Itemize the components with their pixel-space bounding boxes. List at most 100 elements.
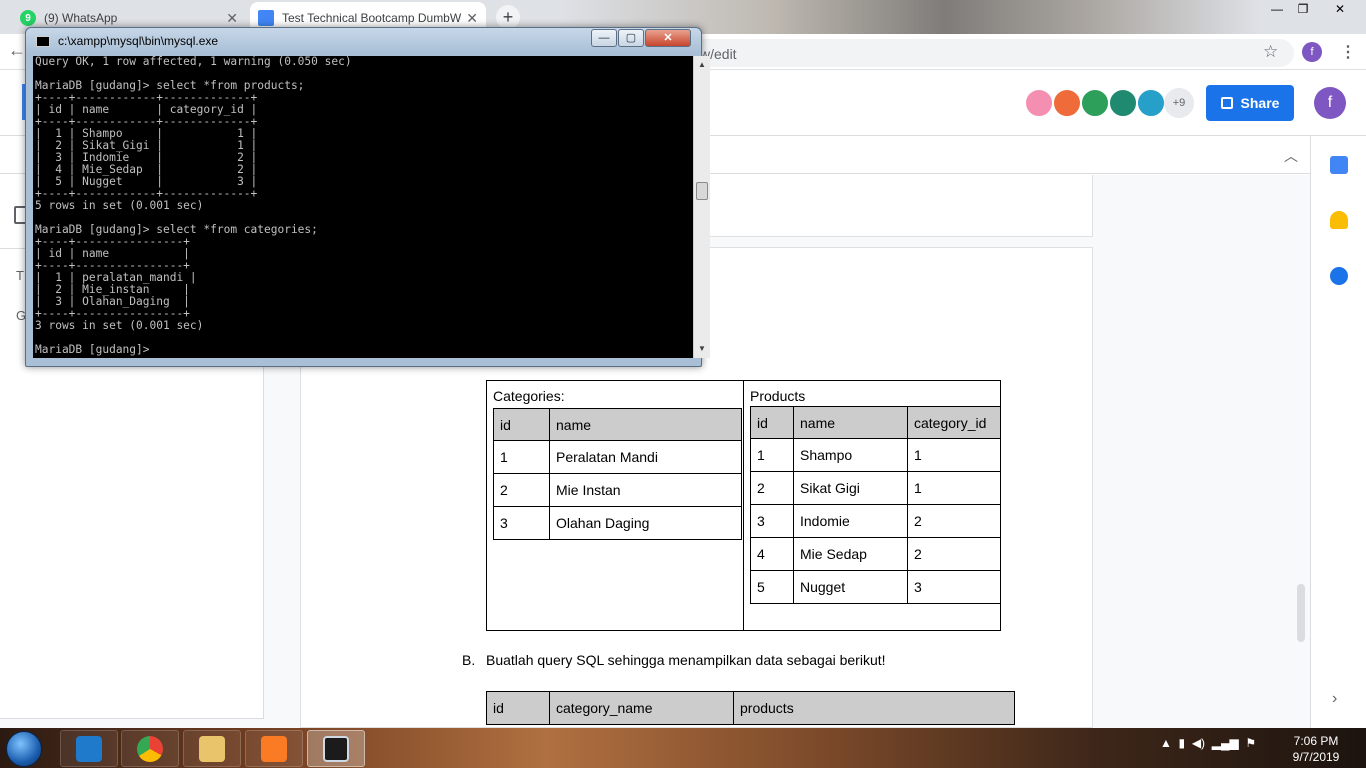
question-b: B. Buatlah query SQL sehingga menampilkan…: [462, 652, 886, 668]
table-cell: 2: [907, 537, 1001, 571]
table-row: 2 Sikat Gigi 1: [750, 471, 1001, 505]
table-cell: 1: [907, 438, 1001, 472]
docs-profile-avatar[interactable]: f: [1314, 87, 1346, 119]
column-header: id: [750, 406, 794, 439]
column-header: category_name: [549, 691, 734, 725]
expected-result-table: id category_name products: [486, 691, 1015, 725]
console-icon: [323, 735, 349, 762]
google-docs-icon: [258, 10, 274, 26]
table-cell: 2: [907, 504, 1001, 538]
bookmark-star-icon[interactable]: ☆: [1263, 42, 1278, 62]
divider: [743, 380, 744, 631]
tab-title: Test Technical Bootcamp DumbW: [282, 11, 462, 25]
table-cell: Peralatan Mandi: [549, 440, 742, 474]
console-title-bar[interactable]: c:\xampp\mysql\bin\mysql.exe — ▢ ✕: [26, 28, 701, 54]
back-arrow-icon[interactable]: ←: [8, 40, 26, 61]
chevron-right-icon[interactable]: ›: [1332, 690, 1337, 708]
column-header: id: [486, 691, 550, 725]
keep-icon[interactable]: [1330, 211, 1348, 229]
column-header: id: [493, 408, 550, 441]
more-collaborators-count[interactable]: +9: [1164, 88, 1194, 118]
lock-icon: [1220, 97, 1233, 109]
column-header: name: [549, 408, 742, 441]
document-scrollbar[interactable]: [1297, 584, 1305, 642]
browser-menu-icon[interactable]: ⋮: [1340, 42, 1356, 62]
table-cell: 3: [907, 570, 1001, 604]
taskbar-vscode[interactable]: [60, 730, 118, 767]
table-row: 1 Peralatan Mandi: [493, 440, 742, 474]
table-cell: Olahan Daging: [549, 506, 742, 540]
taskbar-explorer[interactable]: [183, 730, 241, 767]
collaborator-avatar[interactable]: [1108, 88, 1138, 118]
console-maximize-button[interactable]: ▢: [618, 29, 644, 47]
table-row: 3 Olahan Daging: [493, 506, 742, 540]
table-cell: Nugget: [793, 570, 908, 604]
console-close-button[interactable]: ✕: [645, 29, 691, 47]
chrome-icon: [137, 735, 163, 762]
table-cell: 3: [750, 504, 794, 538]
browser-profile-avatar[interactable]: f: [1302, 42, 1322, 62]
outline-heading-item[interactable]: T: [16, 268, 24, 283]
column-header: name: [793, 406, 908, 439]
tab-title: (9) WhatsApp: [44, 11, 118, 25]
console-output[interactable]: Query OK, 1 row affected, 1 warning (0.0…: [33, 56, 693, 358]
whatsapp-icon: 9: [20, 10, 36, 26]
scroll-up-arrow-icon[interactable]: ▲: [698, 60, 706, 69]
clock-time: 7:06 PM: [1293, 734, 1339, 748]
clock-date: 9/7/2019: [1292, 750, 1340, 764]
new-tab-button[interactable]: +: [496, 5, 520, 29]
console-app-icon: [36, 36, 50, 47]
tasks-icon[interactable]: [1330, 267, 1348, 285]
table-cell: 3: [493, 506, 550, 540]
table-cell: Indomie: [793, 504, 908, 538]
collaborator-avatar[interactable]: [1052, 88, 1082, 118]
categories-table: id name 1 Peralatan Mandi 2 Mie Instan 3…: [493, 408, 742, 540]
column-header: category_id: [907, 406, 1001, 439]
vscode-icon: [76, 735, 102, 762]
close-tab-icon[interactable]: ✕: [466, 10, 478, 27]
share-button[interactable]: Share: [1206, 85, 1294, 121]
table-row: 1 Shampo 1: [750, 438, 1001, 472]
question-letter: B.: [462, 652, 476, 668]
table-header-row: id category_name products: [486, 691, 1015, 725]
collaborator-avatar[interactable]: [1024, 88, 1054, 118]
collaborator-avatars[interactable]: +9: [1024, 88, 1194, 118]
categories-caption: Categories:: [493, 388, 565, 404]
collaborator-avatar[interactable]: [1080, 88, 1110, 118]
table-header-row: id name category_id: [750, 406, 1001, 439]
column-header: products: [733, 691, 1015, 725]
maximize-window-button[interactable]: ❐: [1286, 0, 1320, 20]
close-tab-icon[interactable]: ✕: [226, 10, 238, 27]
taskbar-console[interactable]: [307, 730, 365, 767]
table-row: 2 Mie Instan: [493, 473, 742, 507]
system-tray-icons[interactable]: ▲ ▮ ◀) ▂▄▆ ⚑: [1160, 736, 1256, 750]
xampp-icon: [261, 735, 287, 762]
console-minimize-button[interactable]: —: [591, 29, 617, 47]
table-cell: Mie Sedap: [793, 537, 908, 571]
mysql-console-window[interactable]: c:\xampp\mysql\bin\mysql.exe — ▢ ✕ Query…: [25, 27, 710, 367]
console-title: c:\xampp\mysql\bin\mysql.exe: [58, 34, 219, 48]
console-text: Query OK, 1 row affected, 1 warning (0.0…: [35, 56, 352, 356]
folder-icon: [199, 735, 225, 762]
close-window-button[interactable]: ✕: [1320, 0, 1360, 20]
question-text: Buatlah query SQL sehingga menampilkan d…: [486, 652, 886, 668]
table-cell: 2: [750, 471, 794, 505]
table-cell: 4: [750, 537, 794, 571]
console-scroll-thumb[interactable]: [696, 182, 708, 200]
taskbar-xampp[interactable]: [245, 730, 303, 767]
chevron-up-icon[interactable]: ︿: [1284, 146, 1298, 166]
start-button[interactable]: [6, 731, 42, 767]
table-row: 5 Nugget 3: [750, 570, 1001, 604]
calendar-icon[interactable]: [1330, 156, 1348, 174]
products-table: id name category_id 1 Shampo 1 2 Sikat G…: [750, 406, 1001, 604]
products-caption: Products: [750, 388, 806, 404]
share-label: Share: [1240, 95, 1280, 111]
clock[interactable]: 7:06 PM 9/7/2019: [1286, 733, 1346, 765]
table-cell: 1: [750, 438, 794, 472]
collaborator-avatar[interactable]: [1136, 88, 1166, 118]
taskbar-chrome[interactable]: [121, 730, 179, 767]
scroll-down-arrow-icon[interactable]: ▼: [698, 344, 706, 353]
table-header-row: id name: [493, 408, 742, 441]
console-scrollbar[interactable]: ▲ ▼: [693, 56, 710, 358]
table-row: 3 Indomie 2: [750, 504, 1001, 538]
